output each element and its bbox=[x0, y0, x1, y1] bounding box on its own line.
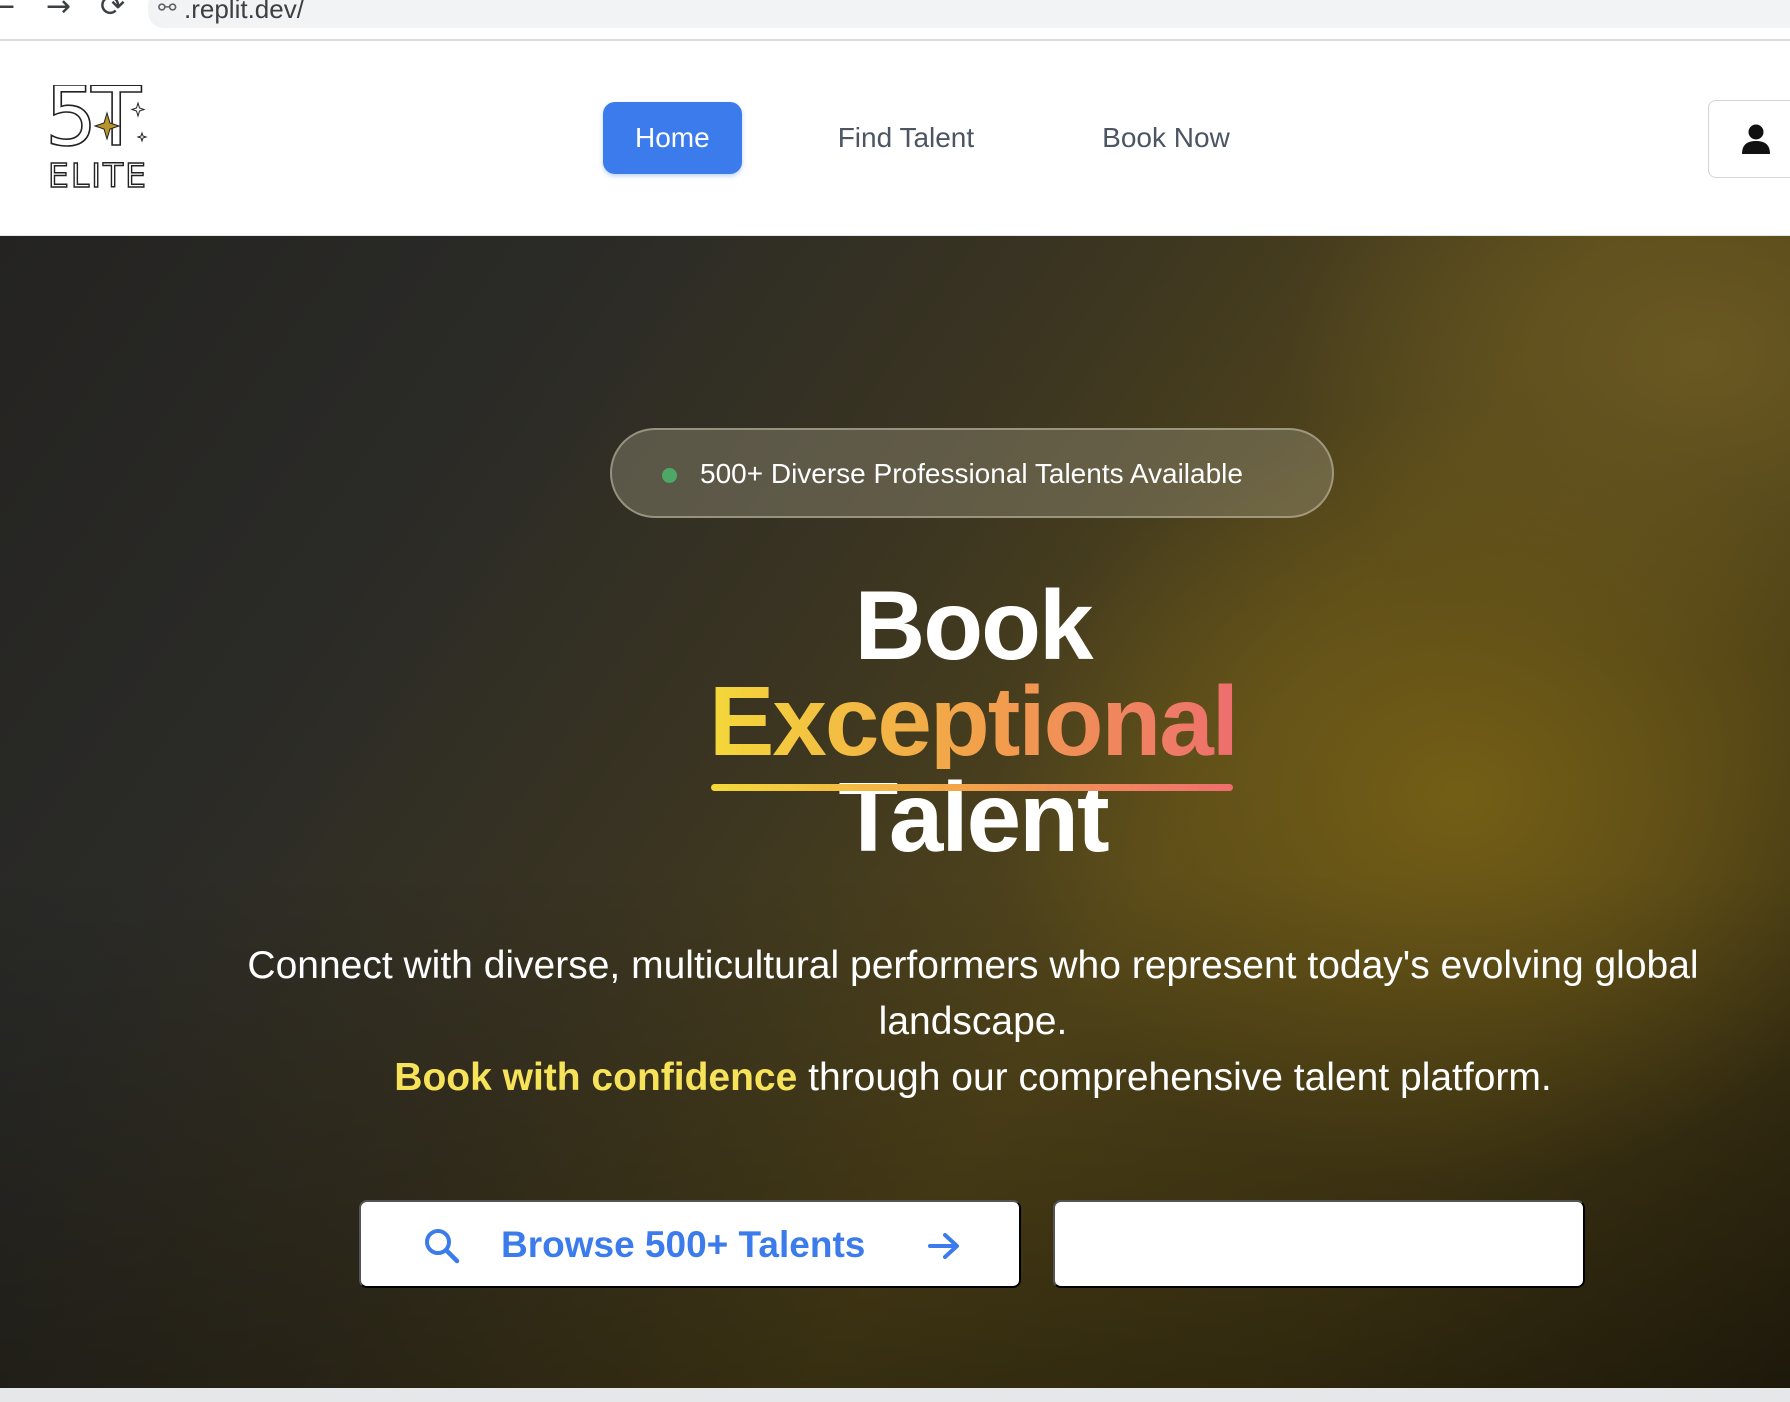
hero-section: 500+ Diverse Professional Talents Availa… bbox=[0, 236, 1790, 1388]
browser-toolbar: ← → ⟳ ⚯ .replit.dev/ bbox=[0, 0, 1790, 41]
description-highlight: Book with confidence bbox=[394, 1056, 798, 1099]
logo-top-text: 5T bbox=[46, 85, 142, 165]
hero-description: Connect with diverse, multicultural perf… bbox=[150, 938, 1790, 1106]
main-nav: Home Find Talent Book Now bbox=[603, 102, 1230, 174]
nav-find-talent[interactable]: Find Talent bbox=[838, 102, 974, 174]
bottom-scroll-strip bbox=[0, 1388, 1790, 1402]
reload-icon[interactable]: ⟳ bbox=[100, 0, 125, 22]
link-icon: ⚯ bbox=[158, 0, 177, 21]
nav-book-now[interactable]: Book Now bbox=[1102, 102, 1230, 174]
user-icon bbox=[1742, 124, 1770, 154]
user-account-button[interactable] bbox=[1708, 100, 1790, 178]
hero-headline: Book Exceptional Talent bbox=[0, 570, 1790, 866]
headline-underline bbox=[711, 784, 1233, 791]
logo-bottom-text: ELITE bbox=[48, 156, 148, 191]
browse-talents-label: Browse 500+ Talents bbox=[501, 1224, 866, 1265]
arrow-right-icon bbox=[928, 1233, 959, 1259]
badge-text: 500+ Diverse Professional Talents Availa… bbox=[700, 458, 1243, 489]
nav-home[interactable]: Home bbox=[603, 102, 742, 174]
site-header: 5T ELITE Home Find Talent Book Now bbox=[0, 41, 1790, 236]
url-text[interactable]: .replit.dev/ bbox=[184, 0, 304, 25]
logo[interactable]: 5T ELITE bbox=[44, 69, 154, 195]
logo-mark: 5T ELITE bbox=[44, 69, 149, 195]
secondary-cta-button[interactable] bbox=[1053, 1200, 1585, 1288]
headline-line-exceptional: Exceptional bbox=[708, 666, 1239, 776]
search-icon bbox=[425, 1229, 460, 1264]
sparkle-small-icon bbox=[136, 131, 148, 143]
browse-talents-button[interactable]: Browse 500+ Talents bbox=[359, 1200, 1021, 1288]
description-line: Connect with diverse, multicultural perf… bbox=[247, 944, 1699, 1043]
forward-arrow-icon[interactable]: → bbox=[46, 0, 71, 22]
availability-badge: 500+ Diverse Professional Talents Availa… bbox=[610, 428, 1334, 518]
status-dot-icon bbox=[662, 468, 677, 483]
address-bar[interactable]: ⚯ .replit.dev/ bbox=[148, 0, 1790, 28]
headline-line-book: Book bbox=[854, 570, 1094, 680]
back-arrow-icon[interactable]: ← bbox=[0, 0, 15, 22]
description-rest: through our comprehensive talent platfor… bbox=[797, 1056, 1552, 1099]
